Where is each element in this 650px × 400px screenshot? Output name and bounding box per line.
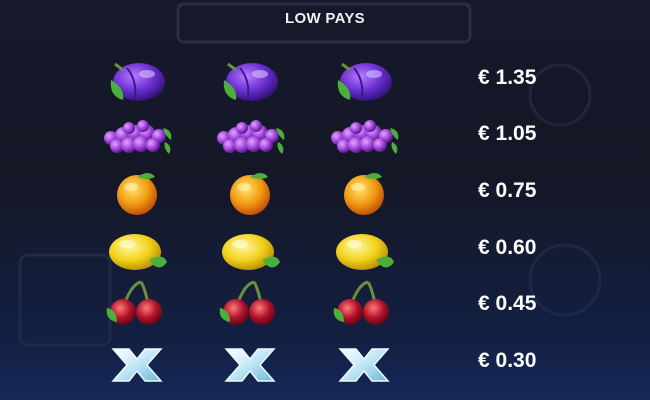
orange-icon: [324, 165, 404, 221]
payout-value: € 0.30: [478, 349, 537, 372]
cherries-icon: [97, 278, 177, 334]
lemon-icon: [324, 222, 404, 278]
orange-icon: [210, 165, 290, 221]
paytable-row: € 0.75: [0, 165, 650, 221]
page-title: LOW PAYS: [285, 10, 365, 27]
payout-value: € 0.45: [478, 292, 537, 315]
payout-value: € 0.75: [478, 179, 537, 202]
grapes-icon: [324, 108, 404, 164]
plum-icon: [210, 52, 290, 108]
plum-icon: [324, 52, 404, 108]
payout-value: € 1.05: [478, 122, 537, 145]
x-icon: [210, 335, 290, 391]
plum-icon: [97, 52, 177, 108]
paytable-row: € 1.35: [0, 52, 650, 108]
orange-icon: [97, 165, 177, 221]
payout-value: € 1.35: [478, 66, 537, 89]
paytable-row: € 0.45: [0, 278, 650, 334]
x-icon: [324, 335, 404, 391]
cherries-icon: [210, 278, 290, 334]
paytable-row: € 1.05: [0, 108, 650, 164]
paytable-row: € 0.30: [0, 335, 650, 391]
payout-value: € 0.60: [478, 236, 537, 259]
lemon-icon: [97, 222, 177, 278]
x-icon: [97, 335, 177, 391]
grapes-icon: [210, 108, 290, 164]
paytable-row: € 0.60: [0, 222, 650, 278]
cherries-icon: [324, 278, 404, 334]
grapes-icon: [97, 108, 177, 164]
lemon-icon: [210, 222, 290, 278]
